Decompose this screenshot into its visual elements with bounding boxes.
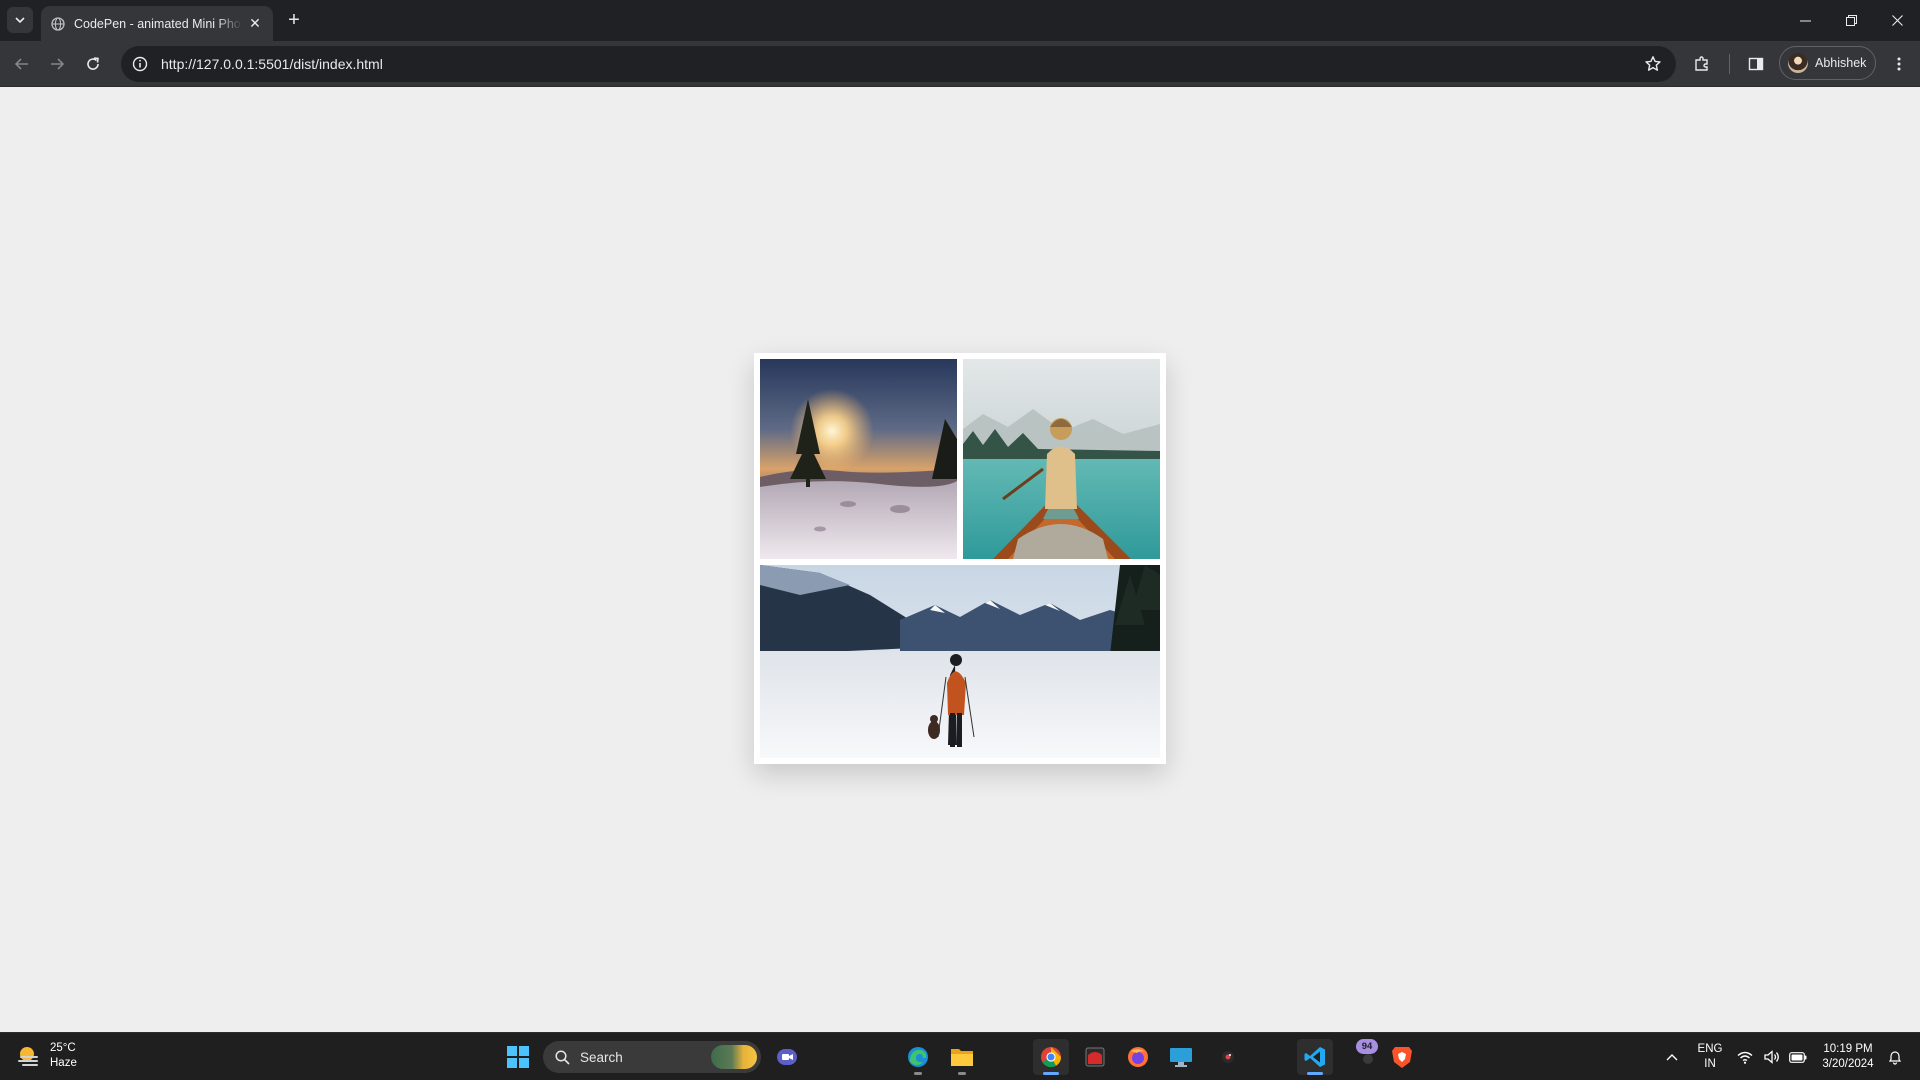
page-viewport [0,87,1920,1032]
chevron-up-icon [1666,1054,1678,1061]
back-button[interactable] [8,50,36,78]
media-app-icon [1085,1047,1105,1067]
browser-menu-button[interactable] [1885,50,1913,78]
chrome-icon [1041,1047,1062,1068]
profile-button[interactable]: Abhishek [1779,46,1876,80]
notification-count-badge: 94 [1356,1039,1378,1054]
browser-tab-active[interactable]: CodePen - animated Mini Photo Gallery ✕ [41,6,273,41]
search-highlight-graphic [711,1045,757,1069]
taskbar-app-file-explorer[interactable] [944,1039,980,1075]
reload-icon [87,57,99,70]
url-text: http://127.0.0.1:5501/dist/index.html [161,56,383,72]
address-bar[interactable]: http://127.0.0.1:5501/dist/index.html [121,46,1676,82]
weather-widget[interactable]: 25°C Haze [16,1041,77,1071]
taskbar-app-chrome[interactable] [1033,1039,1069,1075]
video-call-icon [777,1049,797,1065]
volume-status[interactable] [1760,1039,1784,1075]
extensions-button[interactable] [1688,50,1716,78]
clock[interactable]: 10:19 PM 3/20/2024 [1815,1042,1881,1072]
new-tab-button[interactable]: + [282,9,306,33]
gallery-photo-canoe[interactable] [963,359,1160,559]
battery-icon [1789,1051,1807,1063]
taskbar-search[interactable]: Search [543,1041,761,1073]
chevron-down-icon [15,17,25,24]
reload-button[interactable] [79,50,107,78]
start-button[interactable] [500,1039,536,1075]
input-language-indicator[interactable]: ENG IN [1694,1042,1726,1072]
taskbar-app-vscode[interactable] [1297,1039,1333,1075]
language-secondary: IN [1704,1058,1716,1070]
tab-close-icon[interactable]: ✕ [247,15,263,32]
restore-button[interactable] [1828,0,1874,40]
haze-sun-icon [18,1047,38,1066]
show-hidden-icons-button[interactable] [1655,1039,1689,1075]
search-label: Search [580,1049,623,1065]
wifi-status[interactable] [1733,1039,1757,1075]
search-icon [555,1049,570,1065]
avatar [1788,53,1808,73]
battery-status[interactable] [1786,1039,1810,1075]
monitor-icon [1170,1048,1192,1067]
clock-time: 10:19 PM [1823,1043,1873,1055]
minimize-icon [1799,20,1811,21]
vscode-icon [1304,1047,1325,1067]
taskbar-app-firefox[interactable] [1120,1039,1156,1075]
side-panel-button[interactable] [1742,50,1770,78]
arrow-right-icon [51,58,65,70]
edge-icon [908,1047,928,1067]
firefox-icon [1128,1047,1148,1067]
tab-title: CodePen - animated Mini Photo Gallery [74,16,242,31]
folder-icon [951,1049,973,1066]
toolbar-separator [1729,54,1730,74]
browser-toolbar: http://127.0.0.1:5501/dist/index.html Ab… [0,41,1920,87]
taskbar-app-recorder[interactable] [1210,1039,1246,1075]
taskbar-app-video-call[interactable] [769,1039,805,1075]
restore-icon [1845,14,1857,26]
bell-icon [1888,1050,1902,1065]
windows-taskbar: 25°C Haze Search 94 ENG IN 10:19 PM 3/20… [0,1032,1920,1080]
volume-icon [1764,1050,1779,1064]
forward-button[interactable] [43,50,71,78]
weather-temperature: 25°C [50,1042,76,1054]
tab-search-button[interactable] [7,7,33,33]
windows-logo-icon [507,1046,529,1068]
photo-gallery [754,353,1166,764]
minimize-button[interactable] [1782,0,1828,40]
gallery-photo-hiker[interactable] [760,565,1160,758]
taskbar-app-media[interactable] [1077,1039,1113,1075]
info-icon[interactable] [131,55,149,73]
taskbar-app-brave[interactable] [1384,1039,1420,1075]
bookmark-star-icon[interactable] [1644,55,1662,73]
taskbar-app-remote-desktop[interactable] [1163,1039,1199,1075]
language-primary: ENG [1697,1043,1723,1055]
weather-description: Haze [50,1057,77,1069]
kebab-menu-icon [1897,57,1901,71]
clock-date: 3/20/2024 [1822,1058,1874,1070]
close-window-button[interactable] [1874,0,1920,40]
side-panel-icon [1748,57,1764,71]
close-icon [1891,14,1903,26]
brave-lion-icon [1392,1047,1412,1068]
profile-name: Abhishek [1815,56,1867,70]
wifi-icon [1737,1051,1753,1064]
gallery-photo-sunset[interactable] [760,359,957,559]
globe-icon [51,16,65,31]
browser-tab-strip: CodePen - animated Mini Photo Gallery ✕ … [0,0,1920,41]
puzzle-icon [1695,56,1708,71]
arrow-left-icon [14,58,28,70]
taskbar-app-edge[interactable] [900,1039,936,1075]
record-icon [1222,1051,1234,1063]
notification-center-button[interactable] [1882,1039,1908,1075]
